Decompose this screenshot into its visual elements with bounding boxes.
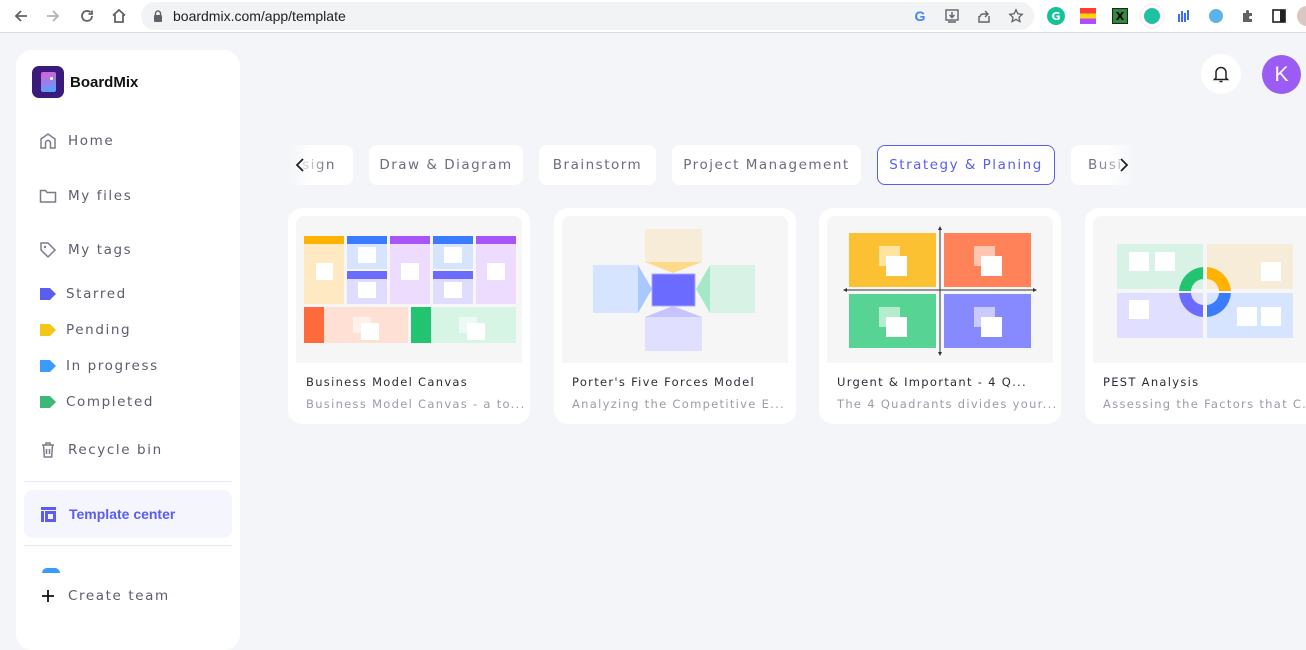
chevron-left-icon [295,158,304,172]
template-thumbnail [1093,216,1306,363]
four-quadrants-preview [843,226,1037,356]
sidebar-tag-completed[interactable]: Completed [38,394,154,410]
template-title: Urgent & Important - 4 Q... [837,375,1027,389]
template-thumbnail [296,216,522,363]
folder-icon [38,186,58,206]
google-icon[interactable]: G [910,6,930,26]
create-team-button[interactable]: Create team [38,586,170,606]
sidebar-item-my-files[interactable]: My files [38,186,132,206]
sidebar: BoardMix Home My files My tags Starred P… [16,50,240,650]
install-icon[interactable] [942,6,962,26]
sidebar-divider [24,545,232,546]
address-bar[interactable]: boardmix.com/app/template G [141,2,1034,30]
sidebar-tag-starred[interactable]: Starred [38,286,127,302]
template-icon [41,506,56,522]
sidebar-item-my-tags[interactable]: My tags [38,240,132,260]
in-progress-tag-icon [40,360,56,372]
sidebar-divider [24,481,232,482]
arrow-left-icon [14,10,27,22]
create-team-label: Create team [68,588,170,604]
tag-label: In progress [66,358,159,374]
boardmix-logo-icon [32,66,64,98]
home-icon [38,131,58,151]
sidebar-item-recycle-bin[interactable]: Recycle bin [38,440,163,460]
bookmark-star-icon[interactable] [1006,6,1026,26]
template-card-urgent-important[interactable]: Urgent & Important - 4 Q... The 4 Quadra… [819,208,1061,424]
arrow-right-icon [47,10,60,22]
extensions-puzzle-icon[interactable] [1237,5,1259,27]
sidebar-tag-in-progress[interactable]: In progress [38,358,159,374]
chevron-right-icon [1120,158,1129,172]
tag-icon [38,240,58,260]
profile-icon[interactable] [1296,5,1306,27]
template-description: The 4 Quadrants divides your... [837,397,1058,411]
starred-tag-icon [40,288,56,300]
user-avatar[interactable]: K [1262,55,1301,94]
tag-label: Pending [66,322,132,338]
sidebar-item-label: My tags [68,242,133,258]
template-card-business-model-canvas[interactable]: Business Model Canvas Business Model Can… [288,208,530,424]
brand-name: BoardMix [70,73,139,91]
tab-strategy-planing[interactable]: Strategy & Planing [877,145,1055,185]
business-model-canvas-preview [304,236,516,343]
tag-label: Completed [66,394,155,410]
completed-tag-icon [40,396,56,408]
browser-toolbar: boardmix.com/app/template G G X [0,0,1306,33]
tag-label: Starred [66,286,127,302]
template-card-pest-analysis[interactable]: PEST Analysis Assessing the Factors that… [1085,208,1306,424]
sidebar-item-home[interactable]: Home [38,131,114,151]
sync-extension-icon[interactable] [1141,5,1163,27]
pest-analysis-preview [1117,244,1293,338]
scroll-left-button[interactable] [290,152,310,178]
reload-button[interactable] [71,0,103,32]
lock-icon [154,10,162,22]
trash-icon [38,440,58,460]
tab-brainstorm[interactable]: Brainstorm [539,145,656,185]
template-description: Business Model Canvas - a to... [306,397,526,411]
template-title: PEST Analysis [1103,375,1200,389]
porters-five-forces-preview [593,229,755,351]
url-text: boardmix.com/app/template [173,8,346,24]
plus-icon [38,586,58,606]
sidebar-tag-pending[interactable]: Pending [38,322,131,338]
pending-tag-icon [40,324,56,336]
sidebar-item-label: My files [68,188,133,204]
template-title: Business Model Canvas [306,375,469,389]
back-button[interactable] [5,0,37,32]
template-thumbnail [562,216,788,363]
share-icon[interactable] [974,6,994,26]
team-item-clipped [42,568,60,573]
template-title: Porter's Five Forces Model [572,375,756,389]
scroll-right-button[interactable] [1114,152,1134,178]
home-icon [112,8,126,23]
forward-button[interactable] [37,0,69,32]
template-description: Assessing the Factors that C... [1103,397,1306,411]
bars-extension-icon[interactable] [1173,5,1195,27]
tab-draw-diagram[interactable]: Draw & Diagram [369,145,523,185]
color-extension-icon[interactable] [1077,5,1099,27]
template-thumbnail [827,216,1053,363]
category-tabs: sign Draw & Diagram Brainstorm Project M… [288,145,1132,185]
brand-logo[interactable]: BoardMix [32,66,138,98]
grammarly-extension-icon[interactable]: G [1045,5,1067,27]
sidebar-item-template-center[interactable]: Template center [24,490,232,538]
x-extension-icon[interactable]: X [1109,5,1131,27]
reload-icon [81,10,93,22]
template-description: Analyzing the Competitive E... [572,397,786,411]
sidepanel-icon[interactable] [1268,5,1290,27]
diamond-extension-icon[interactable] [1205,5,1227,27]
sidebar-item-label: Recycle bin [68,442,163,458]
sidebar-item-label: Home [68,133,115,149]
bell-icon [1212,66,1230,83]
template-center-label: Template center [69,506,176,522]
home-button[interactable] [103,0,135,32]
tab-project-management[interactable]: Project Management [672,145,861,185]
template-card-porters-five-forces[interactable]: Porter's Five Forces Model Analyzing the… [554,208,796,424]
notifications-button[interactable] [1201,54,1241,94]
